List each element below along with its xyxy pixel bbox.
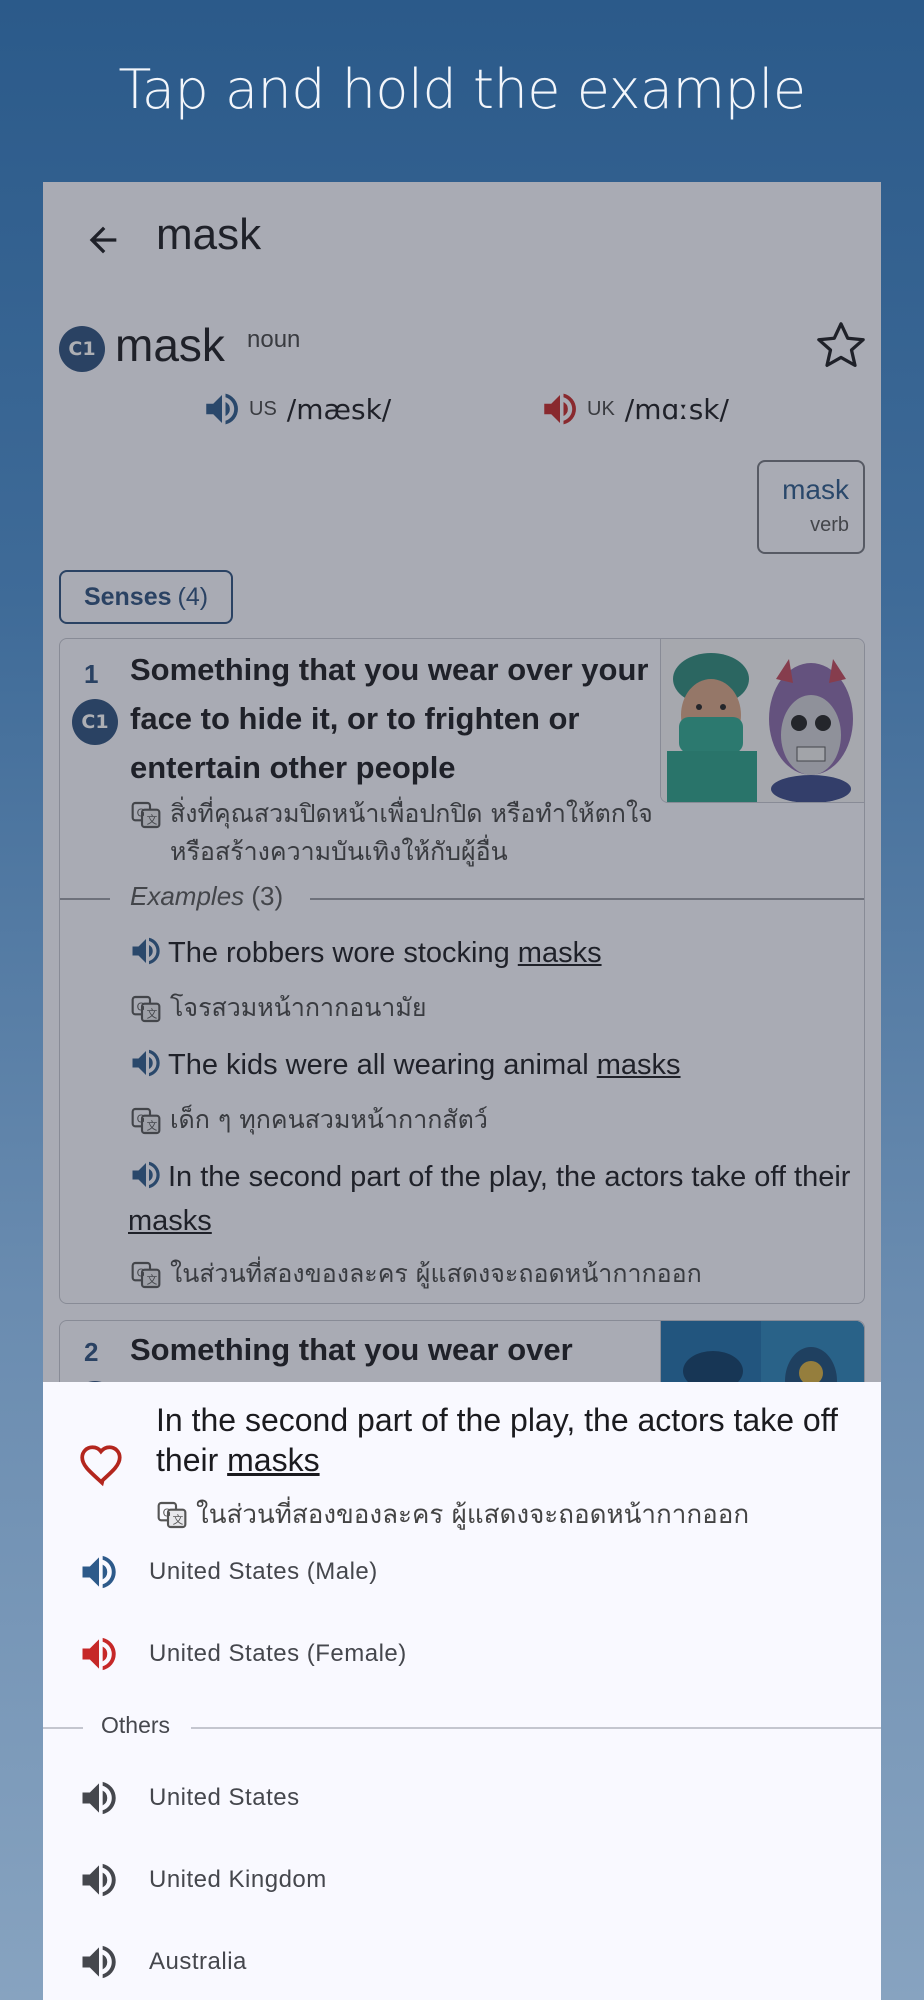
voice-option-us[interactable]: United States xyxy=(43,1758,881,1838)
voice-label: United States (Male) xyxy=(149,1558,378,1585)
selected-example-translation: G文 ในส่วนที่สองของละคร ผู้แสดงจะถอดหน้าก… xyxy=(156,1494,749,1535)
selected-example: In the second part of the play, the acto… xyxy=(156,1402,838,1478)
voice-option-us-male[interactable]: United States (Male) xyxy=(43,1532,881,1612)
headline: Tap and hold the example xyxy=(118,58,806,121)
voice-option-us-female[interactable]: United States (Female) xyxy=(43,1614,881,1694)
speaker-icon xyxy=(82,1945,116,1979)
speaker-icon xyxy=(82,1863,116,1897)
others-divider: Others xyxy=(43,1712,881,1742)
voice-label: United Kingdom xyxy=(149,1866,327,1893)
speaker-icon xyxy=(82,1555,116,1589)
svg-text:G: G xyxy=(163,1506,171,1519)
others-label: Others xyxy=(101,1712,171,1738)
voice-option-au[interactable]: Australia xyxy=(43,1922,881,2000)
voice-label: United States xyxy=(149,1784,300,1811)
translate-icon[interactable]: G文 xyxy=(156,1499,188,1531)
phone-screen: mask C1 mask noun US /mæsk/ UK /mɑːsk/ m… xyxy=(43,182,881,2000)
voice-option-uk[interactable]: United Kingdom xyxy=(43,1840,881,1920)
voice-label: United States (Female) xyxy=(149,1640,407,1667)
speaker-icon xyxy=(82,1781,116,1815)
translation-text: ในส่วนที่สองของละคร ผู้แสดงจะถอดหน้ากากอ… xyxy=(196,1500,750,1530)
svg-text:文: 文 xyxy=(173,1513,184,1526)
speaker-icon xyxy=(82,1637,116,1671)
voice-label: Australia xyxy=(149,1948,247,1975)
heart-outline-icon[interactable] xyxy=(77,1440,127,1490)
bottom-sheet: In the second part of the play, the acto… xyxy=(43,1382,881,2000)
